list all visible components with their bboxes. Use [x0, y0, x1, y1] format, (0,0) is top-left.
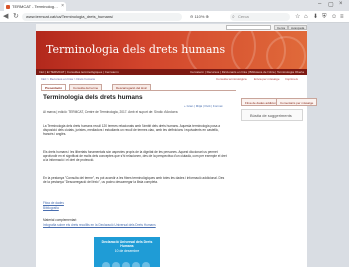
- browser-tabstrip: TERMCAT - Terminolog… × – ▢ ×: [0, 0, 349, 11]
- paragraph-2: Els drets humans i les llibertats foname…: [43, 150, 227, 163]
- main-nav-left-links[interactable]: Inici | El TERMCAT | Consultes terminolò…: [39, 69, 119, 75]
- breadcrumb[interactable]: Inici > Recursos en línia > Drets humans: [41, 77, 95, 81]
- poster-circle-icon: [122, 262, 130, 267]
- site-search-button[interactable]: Cerca: [274, 25, 289, 30]
- paragraph-1: La Terminologia dels drets humans recull…: [43, 124, 221, 137]
- poster-title: Declaració Universal dels Drets Humans: [101, 240, 153, 248]
- menu-icon[interactable]: ≡: [340, 13, 344, 21]
- poster-circle-icon: [132, 262, 140, 267]
- util-link-print[interactable]: Imprimeix: [285, 77, 298, 81]
- banner-decoration: [266, 36, 306, 69]
- site-banner: Terminologia dels drets humans: [36, 31, 307, 69]
- address-bar[interactable]: www.termcat.cat/ca/Terminologia_drets_hu…: [22, 13, 182, 21]
- infographic-poster[interactable]: Declaració Universal dels Drets Humans 1…: [94, 237, 160, 267]
- page-title: Terminologia dels drets humans: [43, 94, 143, 101]
- account-icon[interactable]: ☺: [331, 13, 337, 21]
- util-link-send[interactable]: Envia per missatge: [254, 77, 280, 81]
- util-link-consulta[interactable]: Consulta terminològica: [216, 77, 247, 81]
- main-nav-right-links[interactable]: Cercaterm | Recursos | Diccionaris en lí…: [190, 69, 304, 75]
- browser-search-placeholder: Cerca: [238, 14, 249, 19]
- site-search-input[interactable]: [226, 25, 271, 30]
- paragraph-3: En la pestanya "Consulta del terme", es …: [43, 176, 225, 185]
- advanced-search-button[interactable]: Avançada: [288, 25, 308, 30]
- browser-toolbar: ◀ ↻ www.termcat.cat/ca/Terminologia_dret…: [0, 11, 349, 23]
- text-size-tools[interactable]: + Gran | Mitjà | Petit | Format: [184, 104, 222, 108]
- page-viewport: Cerca Avançada Terminologia dels drets h…: [0, 24, 349, 267]
- site-search-row: Cerca Avançada: [36, 24, 308, 31]
- shield-icon[interactable]: ⛨: [322, 13, 327, 21]
- download-icon[interactable]: ⬇: [313, 13, 318, 21]
- close-tab-icon[interactable]: ×: [61, 2, 64, 11]
- poster-circle-icon: [102, 262, 110, 267]
- close-window-icon[interactable]: ×: [339, 1, 343, 7]
- poster-subtitle: 10 de desembre: [114, 249, 140, 253]
- maximize-icon[interactable]: ▢: [328, 1, 334, 8]
- reload-icon[interactable]: ↻: [13, 12, 19, 22]
- sidebar-button-comments[interactable]: Comentaris per missatge: [276, 98, 318, 106]
- back-icon[interactable]: ◀: [3, 12, 8, 22]
- star-icon[interactable]: ☆: [295, 13, 300, 21]
- browser-tab-title: TERMCAT - Terminolog…: [12, 4, 59, 9]
- material-label: Material complementari:: [43, 218, 78, 222]
- zoom-level[interactable]: ⊖ 110% ⊕: [190, 13, 209, 21]
- tab-underline: [41, 90, 236, 91]
- browser-tab[interactable]: TERMCAT - Terminolog… ×: [4, 2, 66, 11]
- browser-search-input[interactable]: ⌕ Cerca: [230, 13, 290, 21]
- link-bibliography[interactable]: Bibliografia: [43, 206, 59, 210]
- magnifier-icon: ⌕: [232, 14, 235, 20]
- main-navigation: Inici | El TERMCAT | Consultes terminolò…: [36, 69, 307, 75]
- home-icon[interactable]: ⌂: [304, 13, 308, 21]
- poster-circle-icon: [142, 262, 150, 267]
- site-title: Terminologia dels drets humans: [46, 43, 226, 56]
- poster-circle-icon: [112, 262, 120, 267]
- link-infographic[interactable]: Infografia sobre els drets recollits en …: [43, 223, 156, 227]
- author-info: Al marxa | edició: TERMCAT, Centre de Te…: [43, 110, 178, 114]
- link-data-sheet[interactable]: Fitxa de dades: [43, 201, 64, 205]
- minimize-icon[interactable]: –: [318, 1, 321, 7]
- web-page: Cerca Avançada Terminologia dels drets h…: [36, 24, 318, 267]
- suggestion-box[interactable]: Bústia de suggeriments: [241, 109, 303, 121]
- favicon-icon: [6, 4, 10, 9]
- poster-icons: [102, 261, 152, 267]
